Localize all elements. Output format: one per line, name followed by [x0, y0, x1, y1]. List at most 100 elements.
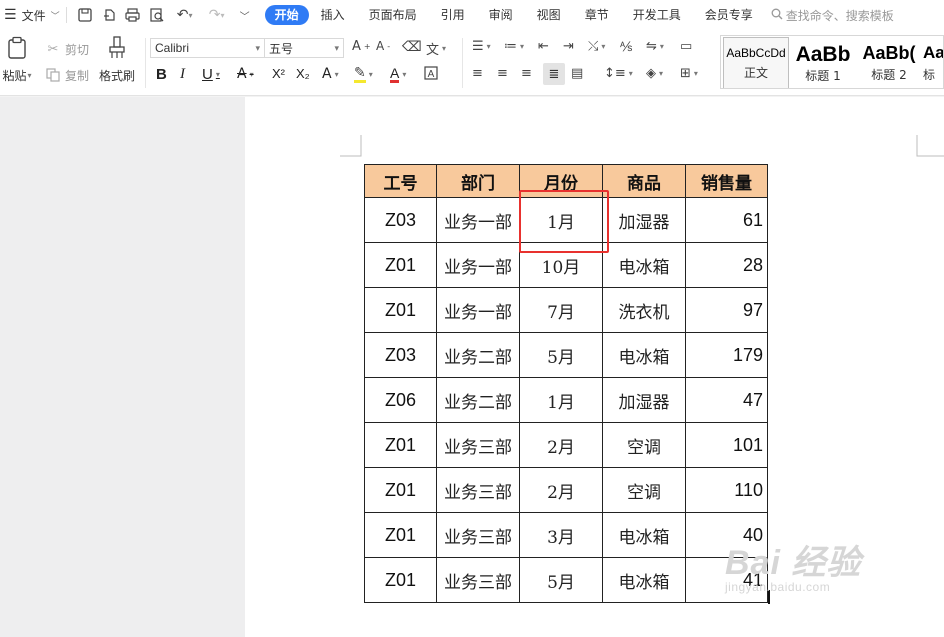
- grow-font-button[interactable]: A +: [352, 39, 371, 54]
- tab-chapter[interactable]: 章节: [573, 5, 621, 25]
- header-cell-product[interactable]: 商品: [602, 164, 686, 198]
- command-search[interactable]: 查找命令、搜索模板: [771, 7, 894, 24]
- cell-month[interactable]: 3月: [519, 512, 603, 558]
- print-icon[interactable]: [125, 7, 141, 23]
- paste-button[interactable]: 粘贴 ▾: [0, 36, 34, 84]
- cell-employee-id[interactable]: Z03: [364, 197, 437, 243]
- cell-product[interactable]: 空调: [602, 422, 686, 468]
- tab-membership[interactable]: 会员专享: [693, 5, 765, 25]
- cell-employee-id[interactable]: Z01: [364, 287, 437, 333]
- cut-button[interactable]: ✂ 剪切: [44, 40, 89, 58]
- cell-employee-id[interactable]: Z01: [364, 467, 437, 513]
- cell-product[interactable]: 加湿器: [602, 197, 686, 243]
- sort-icon[interactable]: ⅍: [620, 39, 632, 55]
- cell-month[interactable]: 1月: [519, 377, 603, 423]
- tab-home[interactable]: 开始: [264, 5, 309, 25]
- underline-button[interactable]: U ▾: [202, 66, 220, 83]
- cell-month[interactable]: 7月: [519, 287, 603, 333]
- superscript-button[interactable]: X²: [272, 66, 285, 81]
- tab-insert[interactable]: 插入: [309, 5, 357, 25]
- cell-employee-id[interactable]: Z01: [364, 242, 437, 288]
- cell-product[interactable]: 电冰箱: [602, 512, 686, 558]
- redo-icon[interactable]: ↷ ▾: [205, 7, 229, 23]
- cell-department[interactable]: 业务三部: [436, 512, 520, 558]
- align-right-icon[interactable]: ≡: [521, 66, 532, 81]
- cell-department[interactable]: 业务二部: [436, 377, 520, 423]
- export-icon[interactable]: [101, 7, 117, 23]
- style-normal[interactable]: AaBbCcDd 正文: [723, 37, 789, 88]
- cell-sales[interactable]: 110: [685, 467, 768, 513]
- cell-product[interactable]: 洗衣机: [602, 287, 686, 333]
- style-heading-1[interactable]: AaBb 标题 1: [791, 37, 855, 88]
- cell-product[interactable]: 加湿器: [602, 377, 686, 423]
- cell-sales[interactable]: 47: [685, 377, 768, 423]
- increase-indent-icon[interactable]: ⇥: [563, 39, 574, 54]
- customize-toolbar-icon[interactable]: ﹀: [237, 7, 253, 23]
- cell-employee-id[interactable]: Z01: [364, 422, 437, 468]
- cell-department[interactable]: 业务三部: [436, 422, 520, 468]
- cell-employee-id[interactable]: Z01: [364, 557, 437, 603]
- font-size-select[interactable]: 五号 ▾: [264, 38, 344, 58]
- italic-button[interactable]: I: [180, 66, 185, 83]
- cell-month[interactable]: 5月: [519, 557, 603, 603]
- cell-employee-id[interactable]: Z03: [364, 332, 437, 378]
- header-cell-sales[interactable]: 销售量: [685, 164, 768, 198]
- copy-button[interactable]: 复制: [44, 66, 89, 84]
- font-color-icon[interactable]: A ▾: [390, 66, 406, 83]
- header-cell-employee-id[interactable]: 工号: [364, 164, 437, 198]
- cell-department[interactable]: 业务三部: [436, 557, 520, 603]
- tab-developer[interactable]: 开发工具: [621, 5, 693, 25]
- cell-sales[interactable]: 101: [685, 422, 768, 468]
- tab-references[interactable]: 引用: [429, 5, 477, 25]
- style-heading-2[interactable]: AaBb( 标题 2: [855, 37, 923, 88]
- undo-icon[interactable]: ↶ ▾: [173, 7, 197, 23]
- chinese-layout-icon[interactable]: ⤯ ▾: [588, 39, 605, 54]
- style-heading-3[interactable]: Aa 标: [923, 37, 943, 88]
- numbered-list-icon[interactable]: ≔ ▾: [504, 39, 524, 54]
- bold-button[interactable]: B: [156, 66, 167, 83]
- phonetic-guide-icon[interactable]: 文 ▾: [426, 39, 446, 58]
- cell-month[interactable]: 5月: [519, 332, 603, 378]
- cell-month[interactable]: 2月: [519, 422, 603, 468]
- text-effect-button[interactable]: A ▾: [322, 66, 339, 82]
- tab-review[interactable]: 审阅: [477, 5, 525, 25]
- align-left-icon[interactable]: ≡: [472, 66, 483, 81]
- shrink-font-button[interactable]: A-: [376, 39, 390, 53]
- distributed-icon[interactable]: ▤: [571, 66, 583, 81]
- subscript-button[interactable]: X₂: [296, 66, 310, 81]
- show-marks-icon[interactable]: ⇋ ▾: [646, 39, 664, 54]
- strikethrough-button[interactable]: A ▾: [237, 66, 254, 82]
- line-spacing-icon[interactable]: ↕≡ ▾: [604, 66, 633, 81]
- cell-department[interactable]: 业务一部: [436, 287, 520, 333]
- cell-department[interactable]: 业务二部: [436, 332, 520, 378]
- cell-product[interactable]: 空调: [602, 467, 686, 513]
- cell-sales[interactable]: 61: [685, 197, 768, 243]
- decrease-indent-icon[interactable]: ⇤: [538, 39, 549, 54]
- char-border-icon[interactable]: A: [424, 66, 438, 80]
- cell-month[interactable]: 2月: [519, 467, 603, 513]
- font-name-select[interactable]: Calibri ▾: [150, 38, 265, 58]
- print-preview-icon[interactable]: [149, 7, 165, 23]
- ruler-icon[interactable]: ▭: [680, 39, 692, 54]
- file-menu[interactable]: ☰ 文件 ﹀: [4, 7, 60, 24]
- justify-icon[interactable]: ≣: [543, 63, 565, 85]
- cell-product[interactable]: 电冰箱: [602, 242, 686, 288]
- cell-employee-id[interactable]: Z01: [364, 512, 437, 558]
- cell-department[interactable]: 业务三部: [436, 467, 520, 513]
- highlight-icon[interactable]: ✎ ▾: [354, 66, 373, 83]
- bullet-list-icon[interactable]: ☰ ▾: [472, 39, 491, 54]
- format-painter-button[interactable]: 格式刷: [96, 36, 138, 84]
- tab-view[interactable]: 视图: [525, 5, 573, 25]
- eraser-icon[interactable]: ⌫: [402, 39, 422, 55]
- cell-sales[interactable]: 97: [685, 287, 768, 333]
- borders-icon[interactable]: ⊞ ▾: [680, 66, 698, 81]
- cell-product[interactable]: 电冰箱: [602, 557, 686, 603]
- shading-icon[interactable]: ◈ ▾: [646, 66, 663, 81]
- header-cell-department[interactable]: 部门: [436, 164, 520, 198]
- cell-sales[interactable]: 179: [685, 332, 768, 378]
- cell-department[interactable]: 业务一部: [436, 197, 520, 243]
- cell-employee-id[interactable]: Z06: [364, 377, 437, 423]
- save-icon[interactable]: [77, 7, 93, 23]
- cell-department[interactable]: 业务一部: [436, 242, 520, 288]
- cell-product[interactable]: 电冰箱: [602, 332, 686, 378]
